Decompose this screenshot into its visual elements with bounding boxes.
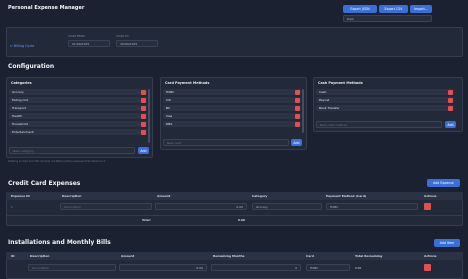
installments-heading: Installations and Monthly Bills <box>8 239 111 246</box>
card-methods-scrollbar[interactable] <box>302 89 304 133</box>
new-cash-input[interactable]: New cash method <box>316 121 442 128</box>
cycle-icon: ↻ <box>10 44 13 48</box>
list-item: Transport <box>9 105 147 111</box>
col-payment-method: Payment Method (Card) <box>326 194 367 198</box>
card-methods-title: Card Payment Methods <box>165 81 210 85</box>
new-category-input[interactable]: New category <box>9 147 135 154</box>
list-item: Cash <box>316 89 454 95</box>
categories-scrollbar[interactable] <box>148 89 150 143</box>
delete-icon[interactable] <box>295 121 300 127</box>
list-item: Visa <box>163 113 301 119</box>
table-row: 1 Description 0.00 Grocery HSBC <box>6 202 463 212</box>
categories-list: Grocery Eating Out Transport Health Hous… <box>9 89 147 137</box>
list-item: DBS <box>163 121 301 127</box>
total-label: Total: <box>142 218 151 222</box>
col-actions: Actions <box>424 254 437 258</box>
export-json-button[interactable]: Export JSON <box>343 5 377 13</box>
delete-icon[interactable] <box>141 129 146 135</box>
add-item-button[interactable]: Add Item <box>434 239 460 247</box>
cash-methods-list: Cash Paynet Bank Transfer <box>316 89 454 113</box>
list-item: Entertainment <box>9 129 147 135</box>
list-item: Citi <box>163 97 301 103</box>
theme-select[interactable]: Dark <box>343 15 432 22</box>
item-card-select[interactable]: HSBC <box>306 264 350 271</box>
credit-total-row: Total: 0.00 <box>6 215 463 223</box>
col-expense-id: Expense ID <box>11 194 30 198</box>
export-csv-button[interactable]: Export CSV <box>379 5 408 13</box>
col-amount: Amount <box>121 254 135 258</box>
expense-description-input[interactable]: Description <box>60 203 152 210</box>
import-button[interactable]: Import... <box>410 5 432 13</box>
configuration-heading: Configuration <box>8 63 55 70</box>
delete-icon[interactable] <box>295 97 300 103</box>
cycle-end-label: CYCLE TO <box>116 35 129 38</box>
list-item: Paynet <box>316 97 454 103</box>
delete-icon[interactable] <box>141 121 146 127</box>
theme-select-value: Dark <box>347 16 355 21</box>
item-total-remaining: 0.00 <box>355 266 362 270</box>
add-card-button[interactable]: Add <box>291 139 302 146</box>
col-description: Description <box>62 194 82 198</box>
list-item: Bank Transfer <box>316 105 454 111</box>
card-methods-list: HSBC Citi BC Visa DBS <box>163 89 301 129</box>
delete-icon[interactable] <box>448 97 453 103</box>
list-item: Grocery <box>9 89 147 95</box>
total-value: 0.00 <box>238 218 245 222</box>
list-item: BC <box>163 105 301 111</box>
col-total-remaining: Total Remaining <box>355 254 383 258</box>
categories-title: Categories <box>11 81 32 85</box>
expense-amount-input[interactable]: 0.00 <box>155 203 247 210</box>
list-item: Health <box>9 113 147 119</box>
expense-category-select[interactable]: Grocery <box>252 203 322 210</box>
add-cash-button[interactable]: Add <box>445 121 456 128</box>
delete-icon[interactable] <box>141 97 146 103</box>
delete-icon[interactable] <box>141 113 146 119</box>
cycle-start-label: CYCLE FROM <box>68 35 85 38</box>
delete-icon[interactable] <box>295 105 300 111</box>
billing-cycle-link[interactable]: ↻ Billing Cycle <box>10 44 34 48</box>
col-description: Description <box>30 254 50 258</box>
col-card: Card <box>306 254 314 258</box>
add-category-button[interactable]: Add <box>138 147 149 154</box>
add-expense-button[interactable]: Add Expense <box>427 179 460 187</box>
list-item: HSBC <box>163 89 301 95</box>
col-amount: Amount <box>157 194 171 198</box>
config-note: Deleting an item from this list does not… <box>8 160 106 163</box>
delete-icon[interactable] <box>141 105 146 111</box>
expense-id: 1 <box>11 205 13 209</box>
new-card-input[interactable]: New card <box>163 139 289 146</box>
item-amount-input[interactable]: 0.00 <box>119 264 207 271</box>
table-row: Description 0.00 0 HSBC 0.00 <box>6 263 463 273</box>
list-item: Household <box>9 121 147 127</box>
cycle-end-input[interactable]: 30/09/2025 <box>116 40 158 47</box>
expense-method-select[interactable]: HSBC <box>326 203 418 210</box>
delete-icon[interactable] <box>295 89 300 95</box>
delete-icon[interactable] <box>448 89 453 95</box>
cash-methods-title: Cash Payment Methods <box>318 81 363 85</box>
cycle-start-input[interactable]: 01/09/2025 <box>68 40 110 47</box>
delete-expense-icon[interactable] <box>424 203 431 210</box>
col-actions: Actions <box>424 194 437 198</box>
delete-icon[interactable] <box>448 105 453 111</box>
list-item: Eating Out <box>9 97 147 103</box>
credit-heading: Credit Card Expenses <box>8 180 81 187</box>
col-remaining-months: Remaining Months <box>213 254 245 258</box>
page-title: Personal Expense Manager <box>8 5 85 11</box>
delete-item-icon[interactable] <box>424 264 431 271</box>
item-months-input[interactable]: 0 <box>211 264 301 271</box>
installments-table-header: ID Description Amount Remaining Months C… <box>6 252 463 260</box>
delete-icon[interactable] <box>295 113 300 119</box>
item-description-input[interactable]: Description <box>28 264 116 271</box>
col-category: Category <box>252 194 268 198</box>
col-id: ID <box>11 254 15 258</box>
credit-table-header: Expense ID Description Amount Category P… <box>6 192 463 200</box>
delete-icon[interactable] <box>141 89 146 95</box>
